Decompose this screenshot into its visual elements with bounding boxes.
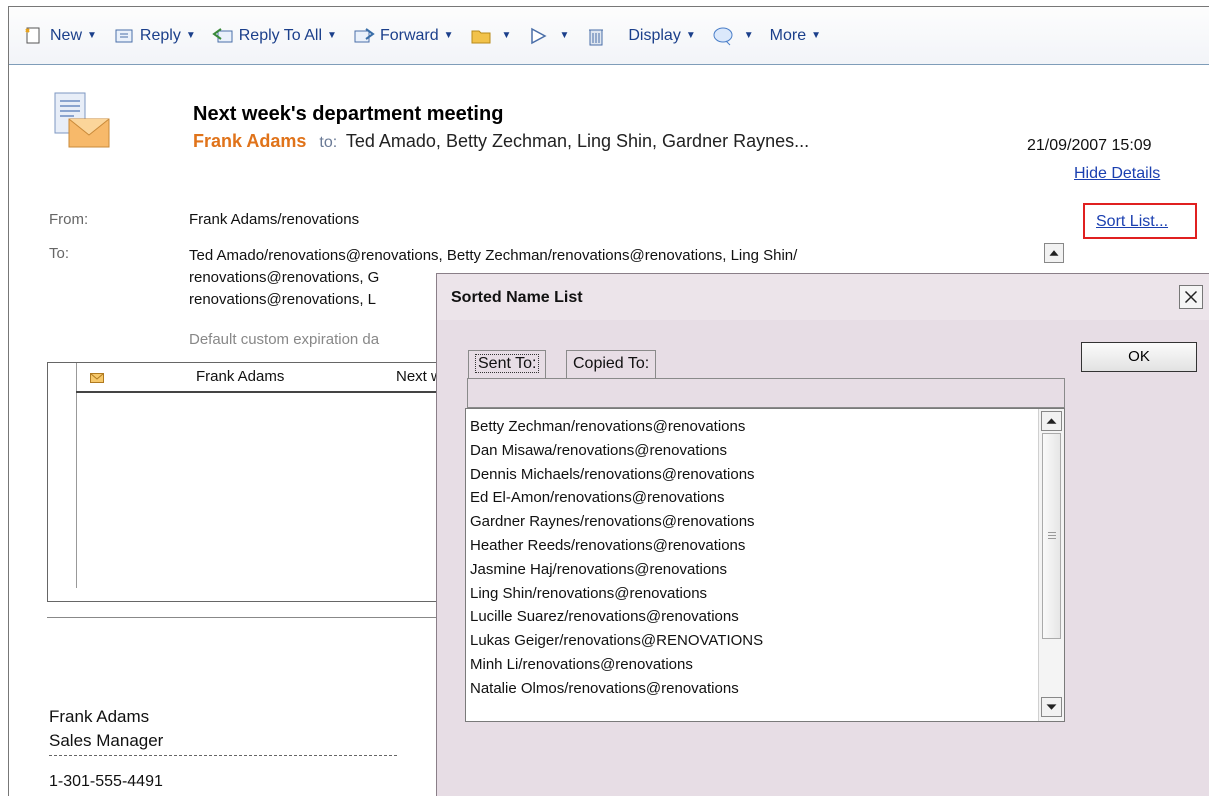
to-word: to:	[319, 134, 338, 151]
collapse-recipients-button[interactable]	[1044, 243, 1064, 263]
tab-copied-to[interactable]: Copied To:	[566, 350, 657, 378]
sender-name[interactable]: Frank Adams	[193, 131, 306, 151]
trash-icon	[585, 26, 607, 46]
folder-button[interactable]: ▼	[470, 26, 512, 46]
recipients-summary: Ted Amado, Betty Zechman, Ling Shin, Gar…	[345, 131, 810, 151]
dialog-title: Sorted Name List	[451, 289, 583, 306]
chevron-down-icon: ▼	[185, 30, 196, 41]
new-document-icon	[23, 26, 45, 46]
signature-name: Frank Adams	[49, 707, 150, 726]
chevron-down-icon: ▼	[327, 30, 337, 41]
sender-line: Frank Adams to: Ted Amado, Betty Zechman…	[193, 131, 809, 152]
thread-pane: Frank Adams Next w	[47, 362, 468, 602]
from-value: Frank Adams/renovations	[189, 211, 360, 228]
forward-icon	[353, 26, 375, 46]
scroll-down-button[interactable]	[1041, 697, 1062, 717]
listbox-scrollbar[interactable]	[1038, 409, 1064, 721]
list-item[interactable]: Jasmine Haj/renovations@renovations	[470, 558, 1040, 582]
sort-list-link[interactable]: Sort List...	[1096, 213, 1168, 231]
tab-sent-to[interactable]: Sent To:	[468, 350, 547, 378]
chevron-down-icon: ▼	[743, 30, 754, 41]
chevron-down-icon: ▼	[87, 30, 97, 41]
thread-sender: Frank Adams	[196, 368, 285, 385]
chevron-down-icon: ▼	[443, 30, 454, 41]
signature-divider	[49, 755, 397, 756]
follow-up-button[interactable]: ▼	[527, 26, 569, 46]
list-item[interactable]: Heather Reeds/renovations@renovations	[470, 534, 1040, 558]
signature-title: Sales Manager	[49, 731, 164, 750]
list-item[interactable]: Lucille Suarez/renovations@renovations	[470, 605, 1040, 629]
list-item[interactable]: Betty Zechman/renovations@renovations	[470, 415, 1040, 439]
display-button[interactable]: Display ▼	[628, 27, 695, 45]
new-button[interactable]: New ▼	[23, 26, 97, 46]
sorted-name-list-dialog: Sorted Name List OK Sent To: Copied To: …	[436, 273, 1209, 796]
reply-all-icon	[212, 26, 234, 46]
thread-row[interactable]: Frank Adams Next w	[76, 363, 468, 393]
reply-button[interactable]: Reply ▼	[113, 26, 196, 46]
envelope-icon	[90, 373, 104, 383]
more-button[interactable]: More ▼	[770, 27, 821, 45]
chevron-down-icon: ▼	[685, 30, 696, 41]
expiration-note: Default custom expiration da	[189, 331, 380, 348]
list-item[interactable]: Lukas Geiger/renovations@RENOVATIONS	[470, 629, 1040, 653]
chat-button[interactable]: ▼	[712, 26, 754, 46]
dialog-title-bar[interactable]: Sorted Name List	[437, 274, 1209, 320]
chevron-up-icon	[1046, 418, 1057, 424]
thread-subject: Next w	[396, 368, 442, 385]
chevron-down-icon: ▼	[559, 30, 570, 41]
sorted-names-listbox[interactable]: Betty Zechman/renovations@renovations Dan…	[465, 408, 1065, 722]
chat-bubble-icon	[712, 26, 734, 46]
signature-phone: 1-301-555-4491	[49, 773, 163, 790]
forward-button[interactable]: Forward ▼	[353, 26, 454, 46]
dialog-close-button[interactable]	[1179, 285, 1203, 309]
envelope-icon	[51, 91, 113, 151]
delete-button[interactable]	[585, 26, 612, 46]
chevron-down-icon	[1046, 704, 1057, 710]
list-item[interactable]: Minh Li/renovations@renovations	[470, 653, 1040, 677]
tab-panel	[467, 378, 1065, 408]
mail-window: New▼ Reply▼ Reply To All▼ Forward▼ ▼	[8, 6, 1209, 796]
to-label: To:	[49, 245, 70, 262]
list-item[interactable]: Ed El-Amon/renovations@renovations	[470, 486, 1040, 510]
flag-icon	[527, 26, 549, 46]
message-date: 21/09/2007 15:09	[1027, 137, 1152, 154]
grip-icon	[1048, 532, 1056, 541]
reply-icon	[113, 26, 135, 46]
message-subject: Next week's department meeting	[193, 103, 504, 125]
chevron-up-icon	[1049, 250, 1059, 256]
list-item[interactable]: Ling Shin/renovations@renovations	[470, 582, 1040, 606]
chevron-down-icon: ▼	[501, 30, 512, 41]
toolbar: New▼ Reply▼ Reply To All▼ Forward▼ ▼	[9, 7, 1209, 65]
list-item[interactable]: Gardner Raynes/renovations@renovations	[470, 510, 1040, 534]
hide-details-link[interactable]: Hide Details	[1074, 165, 1160, 183]
chevron-down-icon: ▼	[811, 30, 821, 41]
reply-all-button[interactable]: Reply To All ▼	[212, 26, 337, 46]
name-list: Betty Zechman/renovations@renovations Dan…	[470, 415, 1040, 701]
thread-list	[76, 363, 468, 588]
scroll-up-button[interactable]	[1041, 411, 1062, 431]
list-item[interactable]: Dennis Michaels/renovations@renovations	[470, 463, 1040, 487]
body-divider	[47, 617, 457, 618]
ok-button[interactable]: OK	[1081, 342, 1197, 372]
from-label: From:	[49, 211, 89, 228]
list-item[interactable]: Dan Misawa/renovations@renovations	[470, 439, 1040, 463]
folder-icon	[470, 26, 492, 46]
close-icon	[1184, 290, 1198, 304]
scrollbar-thumb[interactable]	[1042, 433, 1061, 639]
list-item[interactable]: Natalie Olmos/renovations@renovations	[470, 677, 1040, 701]
